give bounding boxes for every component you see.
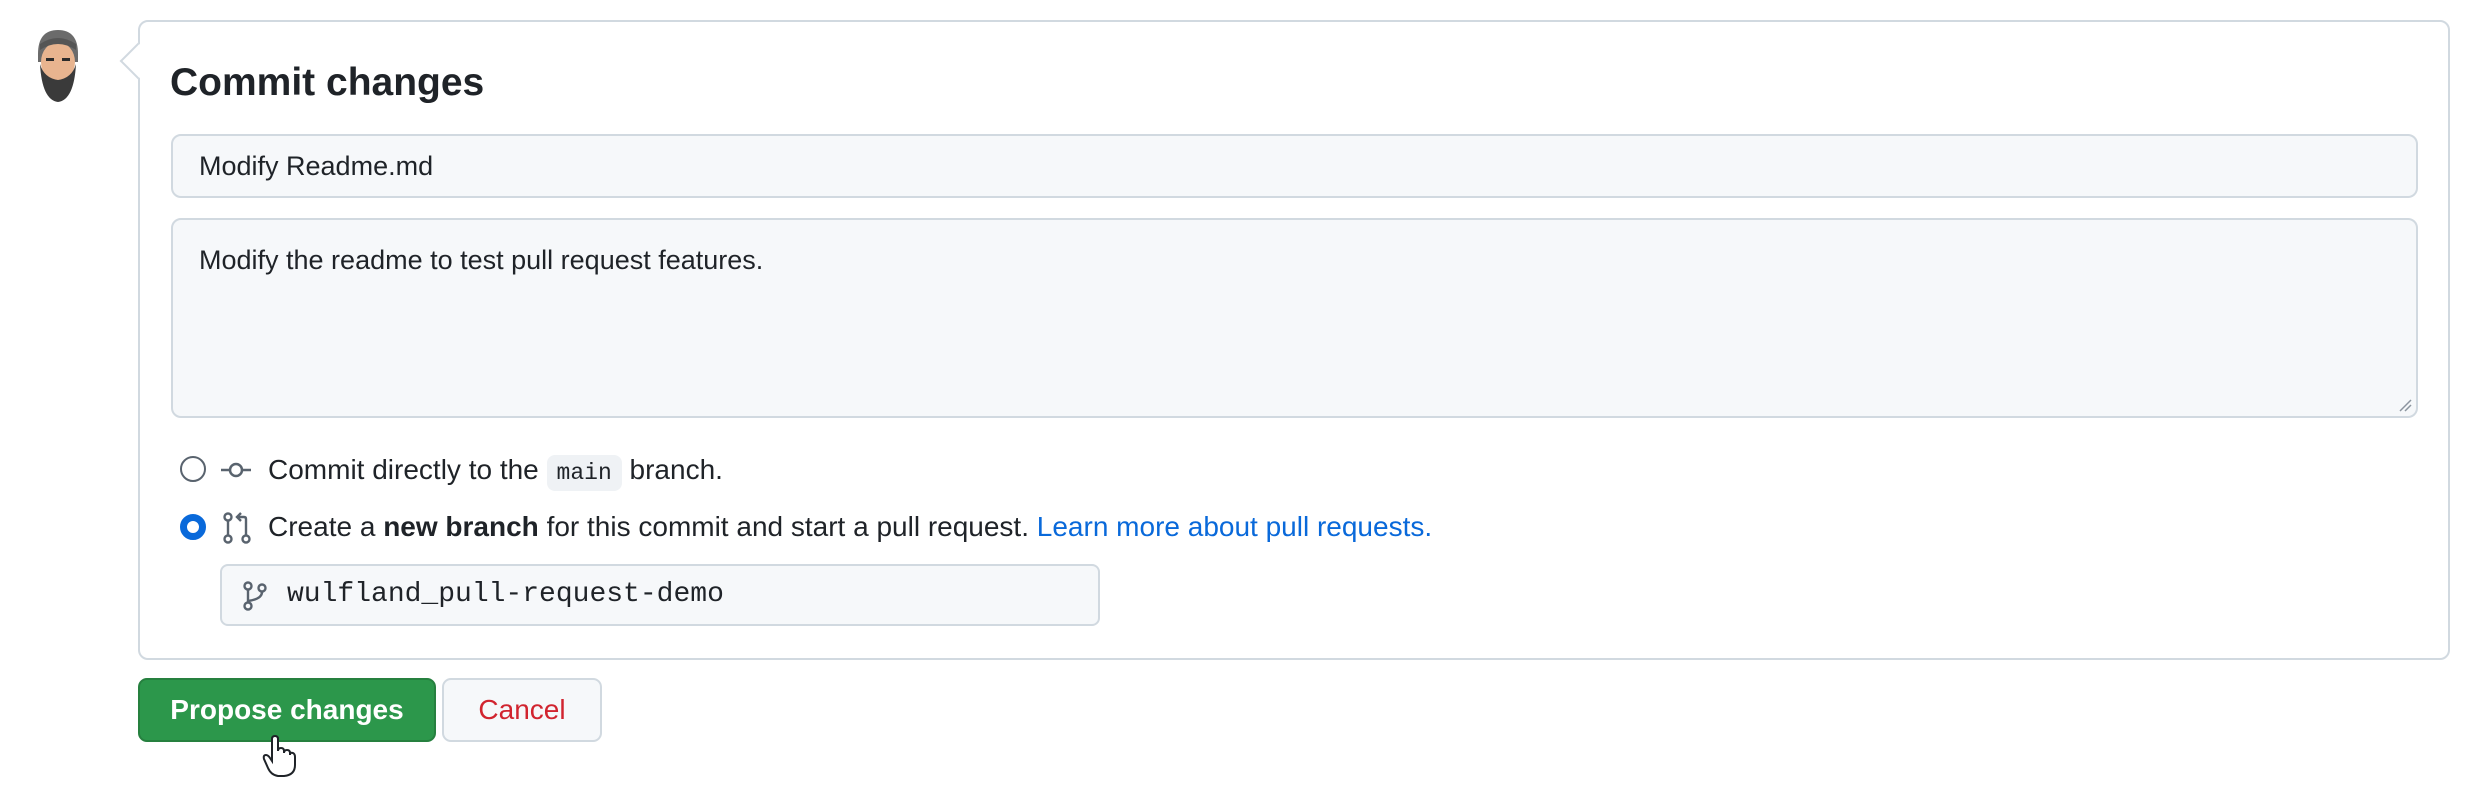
main-branch-pill: main: [546, 455, 622, 491]
commit-description-textarea[interactable]: Modify the readme to test pull request f…: [171, 218, 2418, 418]
git-branch-icon: [243, 581, 267, 611]
learn-more-link[interactable]: Learn more about pull requests.: [1037, 511, 1432, 542]
commit-direct-prefix: Commit directly to the: [268, 454, 539, 485]
hand-cursor-icon: [262, 735, 296, 777]
new-branch-suffix: for this commit and start a pull request…: [546, 511, 1029, 542]
new-branch-bold: new branch: [383, 511, 539, 542]
git-pull-request-icon: [223, 512, 251, 544]
commit-direct-radio[interactable]: [180, 456, 206, 482]
new-branch-radio[interactable]: [180, 514, 206, 540]
commit-summary-input[interactable]: Modify Readme.md: [171, 134, 2418, 198]
branch-name-input[interactable]: wulfland_pull-request-demo: [220, 564, 1100, 626]
page-title: Commit changes: [170, 61, 485, 104]
propose-changes-button[interactable]: Propose changes: [138, 678, 436, 742]
branch-name-value: wulfland_pull-request-demo: [287, 579, 724, 610]
resize-handle-icon[interactable]: [2398, 398, 2412, 412]
git-commit-icon: [221, 462, 251, 478]
avatar[interactable]: [28, 24, 88, 108]
new-branch-label: Create a new branch for this commit and …: [268, 507, 1432, 547]
commit-direct-suffix: branch.: [629, 454, 723, 485]
cancel-button[interactable]: Cancel: [442, 678, 602, 742]
new-branch-prefix: Create a: [268, 511, 376, 542]
commit-description-text: Modify the readme to test pull request f…: [199, 245, 764, 275]
commit-direct-label: Commit directly to the main branch.: [268, 450, 723, 491]
